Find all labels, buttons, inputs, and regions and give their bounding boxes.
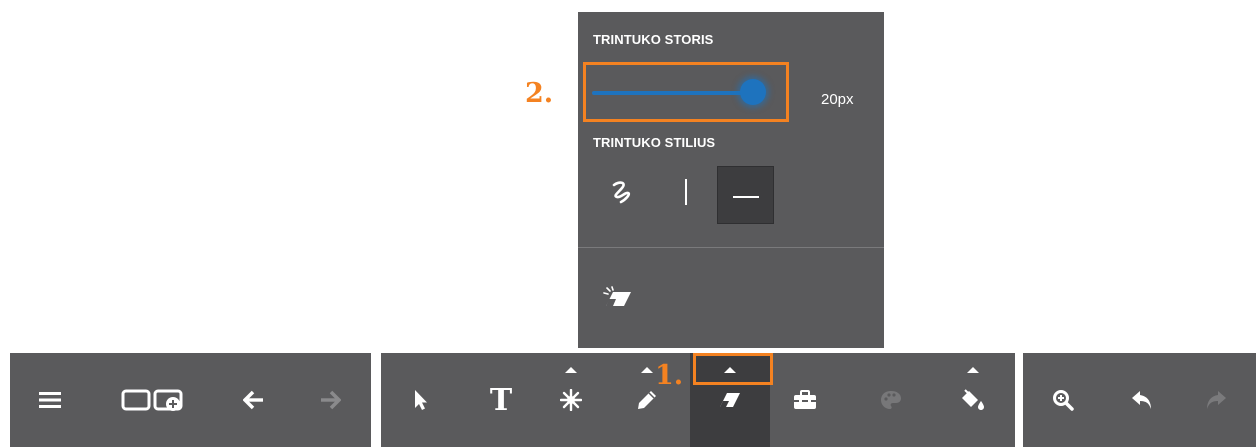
eraser-style-title: TRINTUKO STILIUS [593, 135, 716, 150]
freehand-stroke-icon [611, 180, 633, 209]
redo-icon [1203, 389, 1227, 411]
spark-tool-button[interactable] [549, 353, 593, 447]
eraser-size-title: TRINTUKO STORIS [593, 32, 714, 47]
toolbar-right [1023, 353, 1256, 447]
arrow-left-icon [243, 390, 265, 410]
horizontal-line-style-option[interactable] [717, 166, 774, 224]
fill-tool-button[interactable] [951, 353, 995, 447]
select-tool-button[interactable] [399, 353, 443, 447]
step2-highlight-box [583, 62, 789, 122]
step1-highlight-box [693, 353, 773, 385]
toolbox-button[interactable] [783, 353, 827, 447]
toolbar-left [10, 353, 371, 447]
zoom-in-icon [1052, 389, 1074, 411]
undo-button[interactable] [1121, 353, 1165, 447]
step1-label: 1. [655, 360, 684, 391]
eraser-size-value: 20px [821, 91, 854, 108]
redo-button[interactable] [1193, 353, 1237, 447]
color-palette-button[interactable] [869, 353, 913, 447]
pointer-icon [413, 389, 429, 411]
menu-caret-icon [565, 367, 577, 373]
menu-caret-icon [641, 367, 653, 373]
vertical-line-style-option[interactable] [674, 178, 698, 210]
vertical-line-icon [684, 178, 688, 210]
clear-all-button[interactable] [600, 285, 638, 317]
menu-caret-icon [967, 367, 979, 373]
menu-button[interactable] [30, 353, 70, 447]
add-page-icon [121, 388, 183, 412]
eraser-icon [718, 391, 742, 409]
pencil-icon [636, 389, 658, 411]
back-button[interactable] [232, 353, 276, 447]
add-page-button[interactable] [110, 353, 194, 447]
paint-bucket-icon [961, 389, 985, 411]
undo-icon [1131, 389, 1155, 411]
palette-icon [880, 390, 902, 410]
step2-label: 2. [525, 78, 554, 109]
toolbox-icon [793, 390, 817, 410]
text-tool-icon: T [489, 382, 513, 418]
horizontal-line-icon [732, 186, 759, 204]
zoom-in-button[interactable] [1041, 353, 1085, 447]
panel-divider [578, 247, 884, 248]
arrow-right-icon [319, 390, 341, 410]
spark-icon [560, 389, 582, 411]
clear-all-icon [603, 285, 635, 317]
forward-button[interactable] [308, 353, 352, 447]
text-tool-button[interactable]: T [479, 353, 523, 447]
freehand-style-option[interactable] [606, 178, 638, 210]
hamburger-menu-icon [39, 391, 61, 409]
